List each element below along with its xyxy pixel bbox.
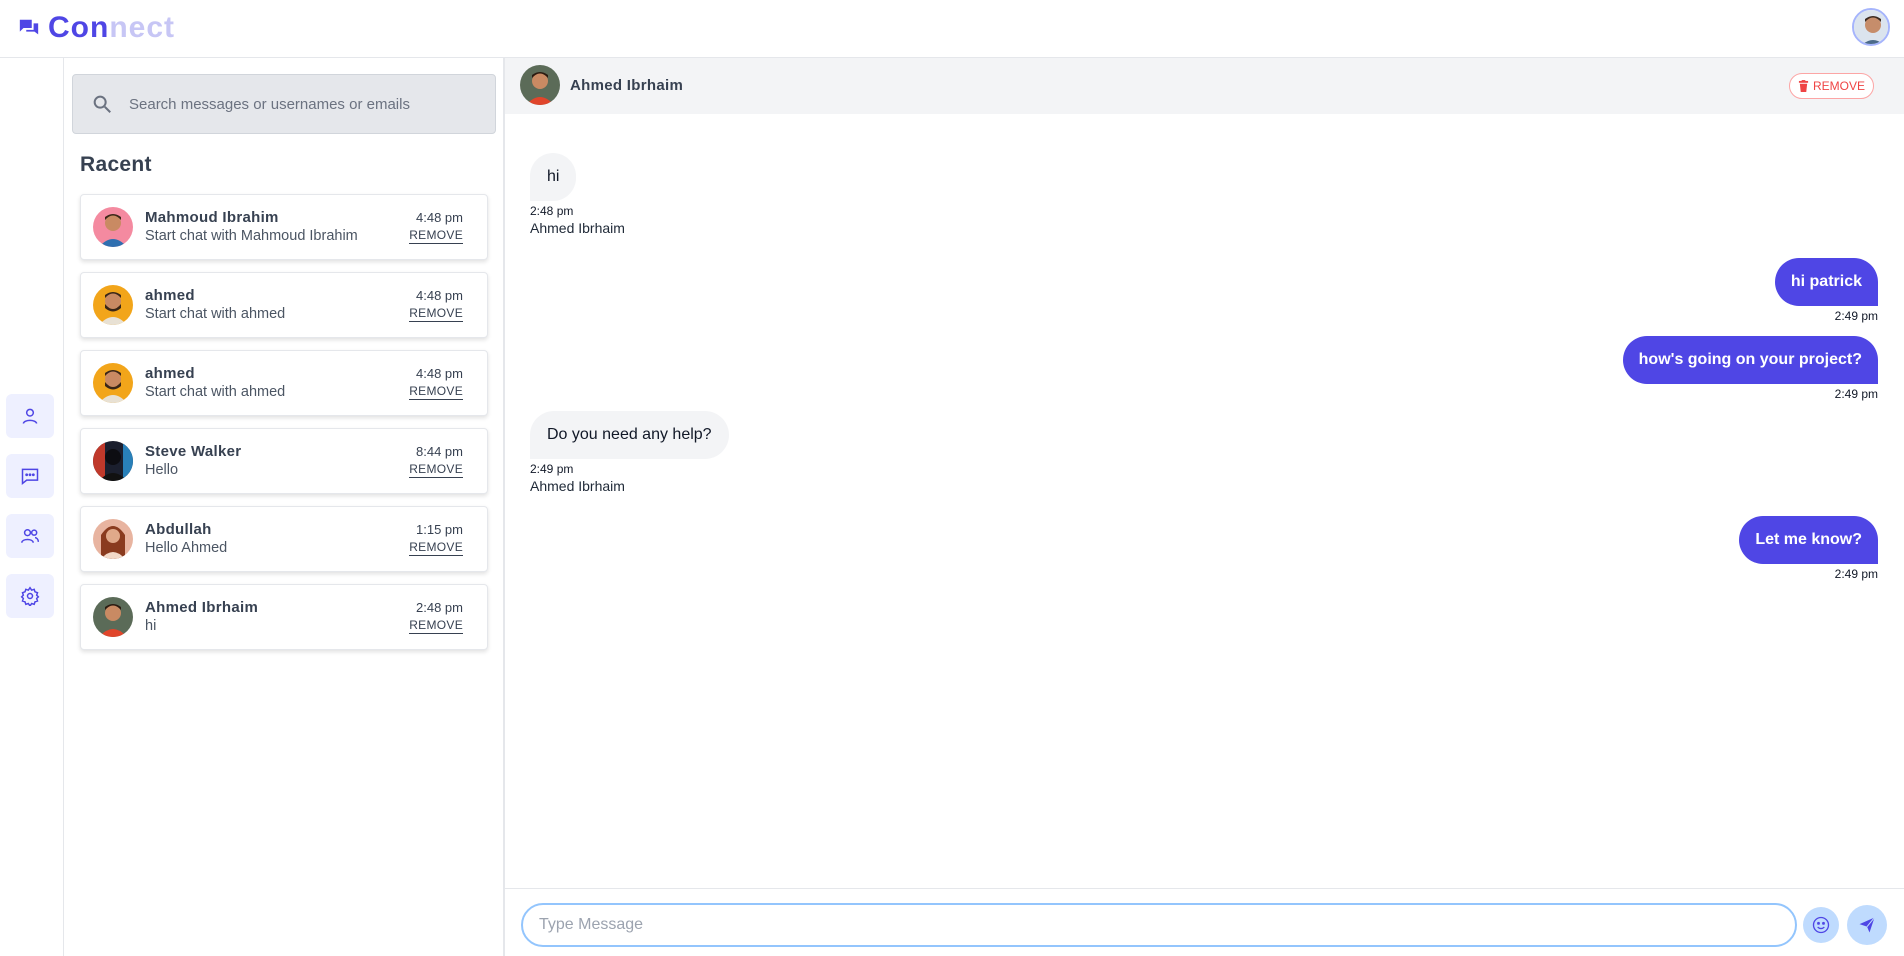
conversations-sidebar: Racent Mahmoud Ibrahim Start chat with M…: [64, 58, 505, 956]
last-message: Start chat with ahmed: [145, 384, 286, 400]
conversation-item[interactable]: Mahmoud Ibrahim Start chat with Mahmoud …: [80, 194, 488, 260]
avatar: [93, 597, 133, 637]
message-sender: Ahmed Ibrhaim: [530, 478, 625, 494]
message-time: 2:49 pm: [1834, 309, 1878, 323]
chat-contact-name[interactable]: Ahmed Ibrhaim: [570, 77, 683, 94]
profile-nav-button[interactable]: [6, 394, 54, 438]
chat-icon: [21, 468, 39, 486]
message-time: 4:48 pm: [416, 288, 463, 303]
message-incoming: hi 2:48 pm Ahmed Ibrhaim: [530, 153, 625, 237]
avatar-image: [1854, 10, 1888, 44]
smiley-icon: [1812, 916, 1830, 934]
send-button[interactable]: [1847, 905, 1887, 945]
message-time: 2:48 pm: [530, 204, 574, 218]
nav-rail: [0, 58, 64, 956]
message-time: 2:49 pm: [1834, 567, 1878, 581]
remove-conversation-link[interactable]: REMOVE: [409, 540, 463, 556]
remove-label: REMOVE: [1812, 79, 1865, 93]
chat-header: Ahmed Ibrhaim REMOVE: [505, 58, 1904, 114]
conversation-item[interactable]: Ahmed Ibrhaim hi 2:48 pm REMOVE: [80, 584, 488, 650]
chat-panel: Ahmed Ibrhaim REMOVE hi 2:48 pm Ahmed Ib…: [505, 58, 1904, 956]
message-time: 4:48 pm: [416, 366, 463, 381]
conversation-item[interactable]: Steve Walker Hello 8:44 pm REMOVE: [80, 428, 488, 494]
conversation-item[interactable]: Abdullah Hello Ahmed 1:15 pm REMOVE: [80, 506, 488, 572]
remove-conversation-link[interactable]: REMOVE: [409, 618, 463, 634]
remove-conversation-link[interactable]: REMOVE: [409, 462, 463, 478]
message-time: 2:49 pm: [530, 462, 574, 476]
last-message: Hello Ahmed: [145, 540, 228, 556]
contact-avatar[interactable]: [520, 65, 560, 105]
last-message: Start chat with Mahmoud Ibrahim: [145, 228, 358, 244]
contact-name: Abdullah: [145, 521, 212, 538]
settings-icon: [20, 586, 40, 606]
user-avatar[interactable]: [1852, 8, 1890, 46]
message-time: 2:49 pm: [1834, 387, 1878, 401]
message-bubble[interactable]: how's going on your project?: [1622, 336, 1878, 384]
last-message: hi: [145, 618, 157, 634]
trash-icon: [1798, 80, 1809, 92]
message-time: 1:15 pm: [416, 522, 463, 537]
message-time: 4:48 pm: [416, 210, 463, 225]
chats-nav-button[interactable]: [6, 454, 54, 498]
contact-name: ahmed: [145, 365, 195, 382]
send-icon: [1859, 917, 1875, 933]
message-time: 2:48 pm: [416, 600, 463, 615]
conversation-item[interactable]: ahmed Start chat with ahmed 4:48 pm REMO…: [80, 350, 488, 416]
settings-nav-button[interactable]: [6, 574, 54, 618]
last-message: Hello: [145, 462, 179, 478]
users-icon: [20, 529, 40, 543]
recent-heading: Racent: [80, 153, 152, 176]
remove-conversation-link[interactable]: REMOVE: [409, 228, 463, 244]
message-outgoing: hi patrick 2:49 pm: [1774, 258, 1878, 324]
avatar: [93, 285, 133, 325]
message-time: 8:44 pm: [416, 444, 463, 459]
avatar: [93, 207, 133, 247]
message-bubble[interactable]: Do you need any help?: [530, 411, 729, 459]
chat-bubbles-icon: [19, 19, 39, 35]
message-bubble[interactable]: Let me know?: [1739, 516, 1878, 564]
contacts-nav-button[interactable]: [6, 514, 54, 558]
contact-name: Mahmoud Ibrahim: [145, 209, 279, 226]
avatar: [93, 519, 133, 559]
search-box[interactable]: [72, 74, 496, 134]
last-message: Start chat with ahmed: [145, 306, 286, 322]
remove-chat-button[interactable]: REMOVE: [1788, 73, 1874, 99]
message-bubble[interactable]: hi patrick: [1774, 258, 1878, 306]
contact-name: Ahmed Ibrhaim: [145, 599, 259, 616]
app-logo[interactable]: Connect: [18, 12, 175, 44]
message-sender: Ahmed Ibrhaim: [530, 220, 625, 236]
remove-conversation-link[interactable]: REMOVE: [409, 384, 463, 400]
message-outgoing: how's going on your project? 2:49 pm: [1622, 336, 1878, 402]
search-input[interactable]: [129, 95, 489, 113]
contact-name: Steve Walker: [145, 443, 242, 460]
user-icon: [22, 408, 38, 424]
message-composer: [505, 888, 1904, 956]
contact-name: ahmed: [145, 287, 195, 304]
message-outgoing: Let me know? 2:49 pm: [1739, 516, 1878, 582]
top-bar: Connect: [0, 0, 1904, 58]
avatar: [93, 363, 133, 403]
conversation-item[interactable]: ahmed Start chat with ahmed 4:48 pm REMO…: [80, 272, 488, 338]
app-name: Connect: [48, 11, 176, 44]
message-incoming: Do you need any help? 2:49 pm Ahmed Ibrh…: [530, 411, 729, 495]
search-icon: [93, 95, 111, 113]
emoji-button[interactable]: [1803, 907, 1839, 943]
message-input[interactable]: [521, 903, 1797, 947]
avatar: [93, 441, 133, 481]
message-bubble[interactable]: hi: [530, 153, 577, 201]
remove-conversation-link[interactable]: REMOVE: [409, 306, 463, 322]
